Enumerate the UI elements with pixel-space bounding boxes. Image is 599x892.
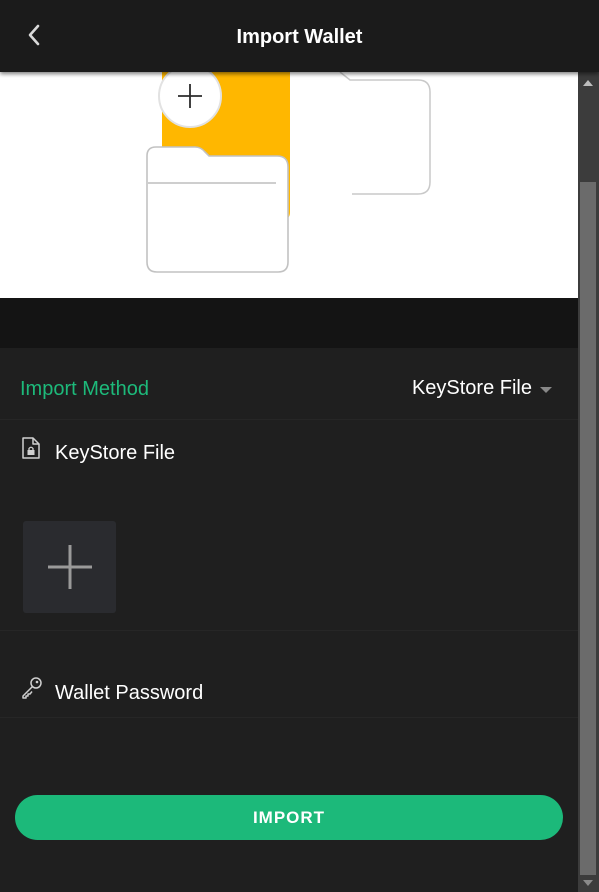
app-header: Import Wallet xyxy=(0,0,599,72)
plus-icon xyxy=(47,545,92,589)
import-method-row: Import Method KeyStore File xyxy=(0,348,578,420)
scroll-down-arrow-icon[interactable] xyxy=(583,880,593,886)
hero-illustration xyxy=(0,72,578,298)
scroll-up-arrow-icon[interactable] xyxy=(583,80,593,86)
scroll-content: Import Method KeyStore File KeyStore Fil… xyxy=(0,72,578,892)
import-button[interactable]: IMPORT xyxy=(15,795,563,840)
page-title: Import Wallet xyxy=(236,26,363,48)
keystore-file-row: KeyStore File xyxy=(0,426,578,476)
divider xyxy=(0,717,578,718)
wallet-password-label: Wallet Password xyxy=(55,682,204,704)
import-method-dropdown[interactable]: KeyStore File xyxy=(412,377,552,400)
folder-illustration xyxy=(146,72,431,273)
hero-shadow-band xyxy=(0,298,578,348)
import-method-value: KeyStore File xyxy=(411,377,532,399)
key-icon xyxy=(22,677,42,699)
caret-down-icon xyxy=(540,386,552,393)
scrollbar[interactable] xyxy=(578,72,599,892)
import-method-label: Import Method xyxy=(20,378,149,400)
locked-file-icon xyxy=(22,437,40,459)
keystore-file-label: KeyStore File xyxy=(55,442,176,464)
wallet-password-row[interactable]: Wallet Password xyxy=(0,668,578,718)
scroll-thumb[interactable] xyxy=(580,182,596,875)
upload-keystore-button[interactable] xyxy=(23,521,116,613)
import-wallet-screen: Import Wallet Import Method KeyStore Fil… xyxy=(0,0,599,892)
divider xyxy=(0,630,578,631)
